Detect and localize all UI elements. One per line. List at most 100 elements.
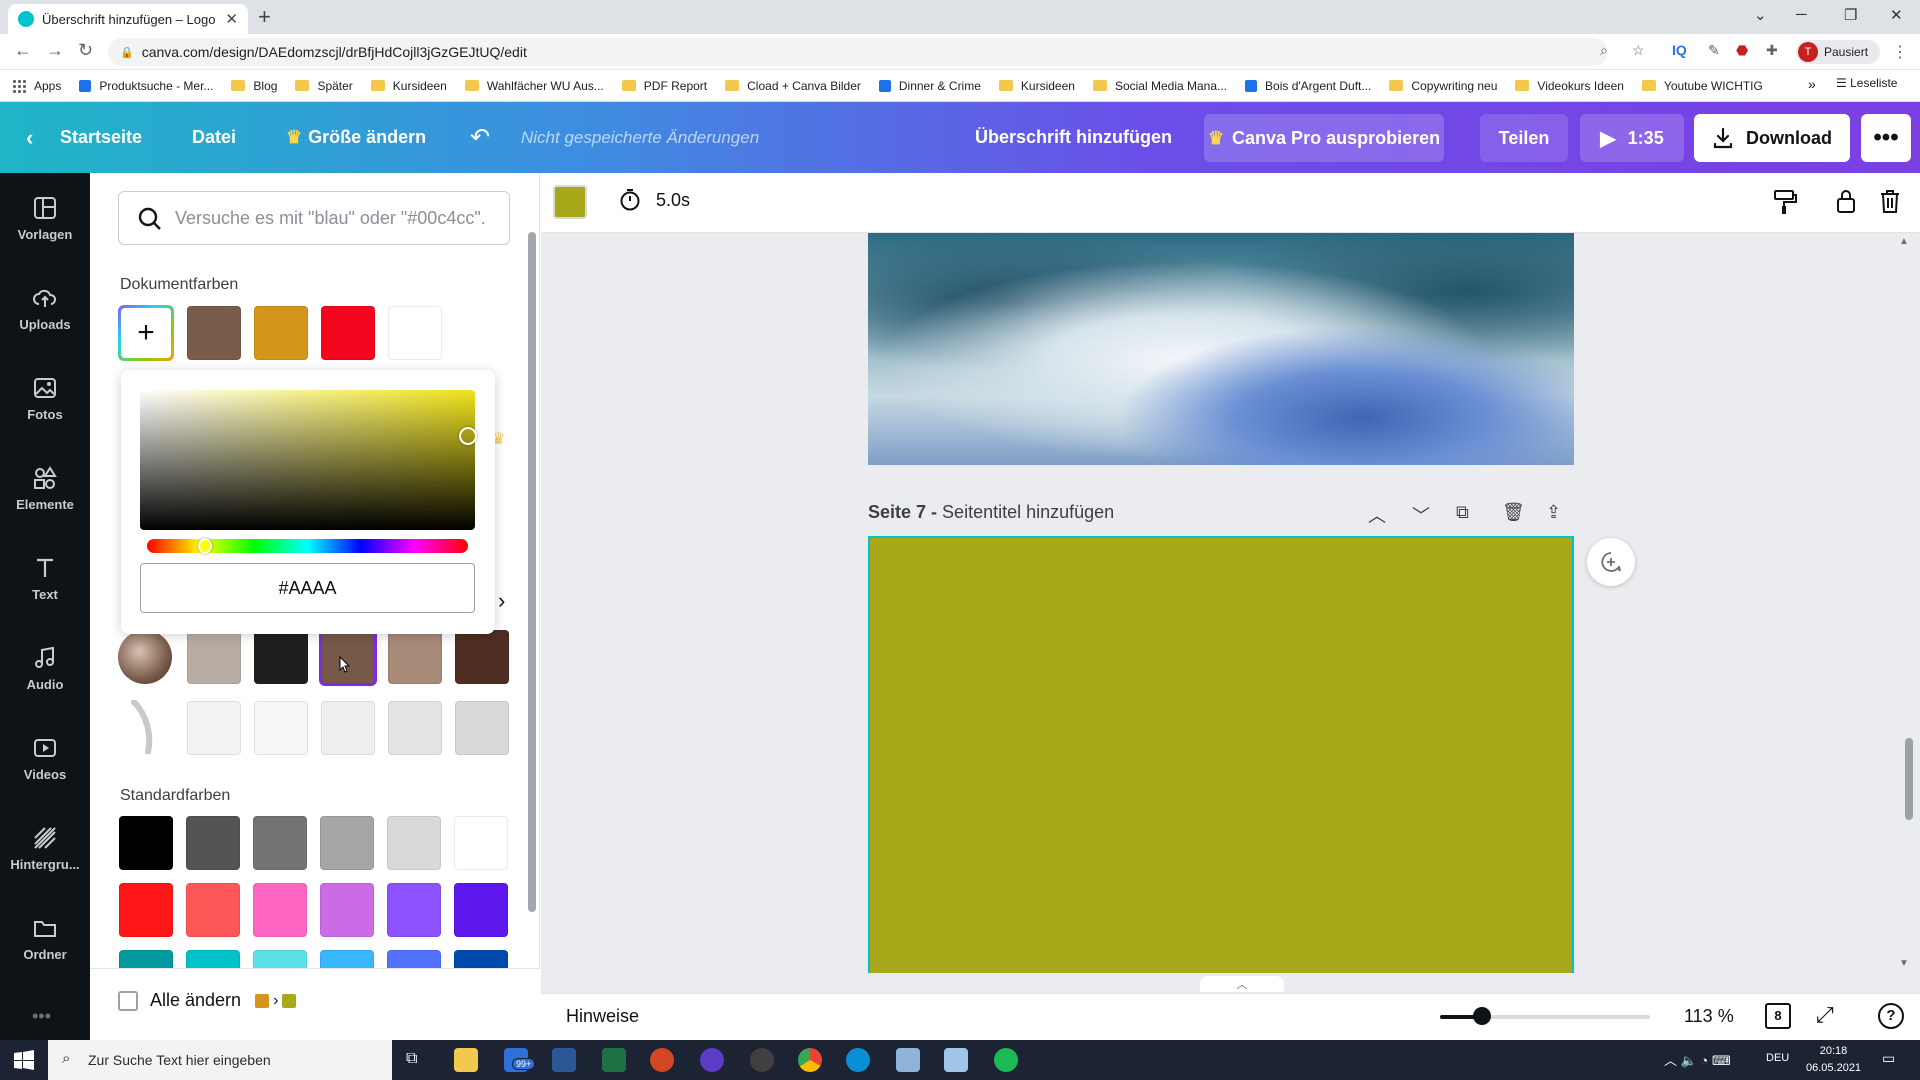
document-color-swatch[interactable] <box>321 306 375 360</box>
rail-item-text[interactable]: Text <box>0 555 90 635</box>
standard-color-swatch[interactable] <box>186 883 240 937</box>
restore-icon[interactable]: ❐ <box>1844 6 1857 24</box>
canva-pro-button[interactable]: ♛ Canva Pro ausprobieren <box>1204 114 1444 162</box>
photo-color-swatch[interactable] <box>455 701 509 755</box>
system-clock[interactable]: 20:18 06.05.2021 <box>1806 1043 1861 1077</box>
rail-item-uploads[interactable]: Uploads <box>0 285 90 365</box>
add-color-button[interactable]: + <box>118 305 174 361</box>
standard-color-swatch[interactable] <box>454 816 508 870</box>
bookmark-item[interactable]: Dinner & Crime <box>878 79 981 93</box>
standard-color-swatch[interactable] <box>186 816 240 870</box>
puzzle-extensions-icon[interactable]: ✚ <box>1766 42 1778 59</box>
tab-search-icon[interactable]: ⌄ <box>1754 6 1767 24</box>
tray-icons[interactable]: ︿ 🔈 ◔ ⌨ <box>1664 1050 1731 1069</box>
bookmark-star-icon[interactable]: ☆ <box>1632 42 1645 59</box>
more-apps-icon[interactable]: ••• <box>32 1006 51 1027</box>
powerpoint-icon[interactable] <box>650 1048 674 1072</box>
bookmark-item[interactable]: PDF Report <box>621 79 707 93</box>
lock-icon[interactable] <box>1834 188 1858 219</box>
present-button[interactable]: ▶ 1:35 <box>1580 114 1684 162</box>
delete-page-icon[interactable]: 🗑 <box>1502 502 1525 523</box>
taskbar-search-input[interactable]: ⌕ Zur Suche Text hier eingeben <box>48 1040 392 1080</box>
fill-color-button[interactable] <box>553 185 587 219</box>
document-color-swatch[interactable] <box>254 306 308 360</box>
undo-icon[interactable]: ↶ <box>470 102 490 173</box>
rail-item-background[interactable]: Hintergru... <box>0 825 90 905</box>
page-count-button[interactable]: 8 <box>1765 1003 1791 1029</box>
word-icon[interactable] <box>552 1048 576 1072</box>
notes-toggle-icon[interactable]: ︿ <box>1200 976 1284 992</box>
rail-item-photos[interactable]: Fotos <box>0 375 90 455</box>
bookmark-item[interactable]: Produktsuche - Mer... <box>79 79 213 93</box>
reload-icon[interactable]: ↻ <box>78 40 93 61</box>
minimize-icon[interactable]: ─ <box>1796 6 1807 23</box>
rail-item-elements[interactable]: Elemente <box>0 465 90 545</box>
reading-list[interactable]: ☰ Leseliste <box>1836 76 1897 90</box>
back-icon[interactable]: ← <box>14 40 32 61</box>
hue-handle[interactable] <box>198 538 212 554</box>
photo-color-swatch[interactable] <box>254 630 308 684</box>
bookmark-item[interactable]: Blog <box>231 79 277 93</box>
change-all-option[interactable]: Alle ändern › <box>118 990 297 1011</box>
notes-button[interactable]: Hinweise <box>566 1006 639 1027</box>
page-6-wave-photo[interactable] <box>868 233 1574 465</box>
more-bookmarks-button[interactable]: » <box>1808 76 1816 92</box>
bookmark-item[interactable]: Kursideen <box>998 79 1075 93</box>
chevron-right-icon[interactable]: › <box>498 588 505 614</box>
rail-item-folder[interactable]: Ordner <box>0 915 90 995</box>
share-button[interactable]: Teilen <box>1480 114 1568 162</box>
mail-icon[interactable]: 99+ <box>504 1048 536 1072</box>
photo-color-swatch[interactable] <box>187 630 241 684</box>
saturation-handle[interactable] <box>459 427 477 445</box>
chrome-icon[interactable] <box>798 1048 822 1072</box>
standard-color-swatch[interactable] <box>253 883 307 937</box>
url-bar[interactable]: 🔒 canva.com/design/DAEdomzscjl/drBfjHdCo… <box>108 38 1608 66</box>
photo-color-swatch[interactable] <box>455 630 509 684</box>
fullscreen-icon[interactable]: ⤢ <box>1816 1002 1834 1028</box>
obs-icon[interactable] <box>750 1048 774 1072</box>
file-explorer-icon[interactable] <box>454 1048 478 1072</box>
document-color-swatch[interactable] <box>187 306 241 360</box>
standard-color-swatch[interactable] <box>387 816 441 870</box>
help-icon[interactable]: ? <box>1878 1003 1904 1029</box>
chevron-up-icon[interactable]: ︿ <box>1368 502 1386 528</box>
edge-icon[interactable] <box>846 1048 870 1072</box>
forward-icon[interactable]: → <box>46 40 64 61</box>
close-window-icon[interactable]: ✕ <box>1890 6 1903 24</box>
spotify-icon[interactable] <box>994 1048 1018 1072</box>
color-search-input[interactable]: Versuche es mit "blau" oder "#00c4cc". <box>118 191 510 245</box>
image-thumbnail[interactable] <box>128 699 158 755</box>
app-window-icon[interactable] <box>896 1048 920 1072</box>
document-title[interactable]: Überschrift hinzufügen <box>975 102 1172 173</box>
bookmark-item[interactable]: Cload + Canva Bilder <box>725 79 861 93</box>
resize-button[interactable]: ♛ Größe ändern <box>286 102 426 173</box>
hex-input[interactable]: #AAAA <box>140 563 475 613</box>
standard-color-swatch[interactable] <box>320 883 374 937</box>
adblock-extension-icon[interactable]: ⬣ <box>1736 42 1748 59</box>
chevron-left-icon[interactable]: ‹ <box>26 102 33 173</box>
add-comment-button[interactable] <box>1587 538 1635 586</box>
panel-scrollbar[interactable] <box>528 232 536 912</box>
hue-slider[interactable] <box>147 539 468 553</box>
profile-button[interactable]: T Pausiert <box>1796 40 1880 64</box>
task-view-icon[interactable]: ⧉ <box>406 1050 417 1068</box>
new-tab-icon[interactable]: + <box>258 6 271 28</box>
trash-icon[interactable] <box>1878 188 1902 219</box>
bookmark-item[interactable]: Kursideen <box>370 79 447 93</box>
bookmark-item[interactable]: Apps <box>12 78 61 93</box>
bookmark-item[interactable]: Youtube WICHTIG <box>1641 79 1763 93</box>
photo-color-swatch[interactable] <box>254 701 308 755</box>
paint-format-icon[interactable] <box>1772 188 1798 221</box>
photo-color-swatch[interactable] <box>187 701 241 755</box>
bookmark-item[interactable]: Social Media Mana... <box>1092 79 1227 93</box>
rail-item-audio[interactable]: Audio <box>0 645 90 725</box>
bookmark-item[interactable]: Bois d'Argent Duft... <box>1245 79 1371 93</box>
photo-color-swatch[interactable] <box>388 630 442 684</box>
zoom-handle[interactable] <box>1473 1007 1491 1025</box>
saturation-value-area[interactable] <box>140 390 475 530</box>
extension-icon[interactable]: ✎ <box>1708 42 1720 59</box>
chevron-down-icon[interactable]: ﹀ <box>1412 502 1430 528</box>
standard-color-swatch[interactable] <box>119 816 173 870</box>
home-link[interactable]: Startseite <box>60 102 142 173</box>
rail-item-templates[interactable]: Vorlagen <box>0 195 90 275</box>
